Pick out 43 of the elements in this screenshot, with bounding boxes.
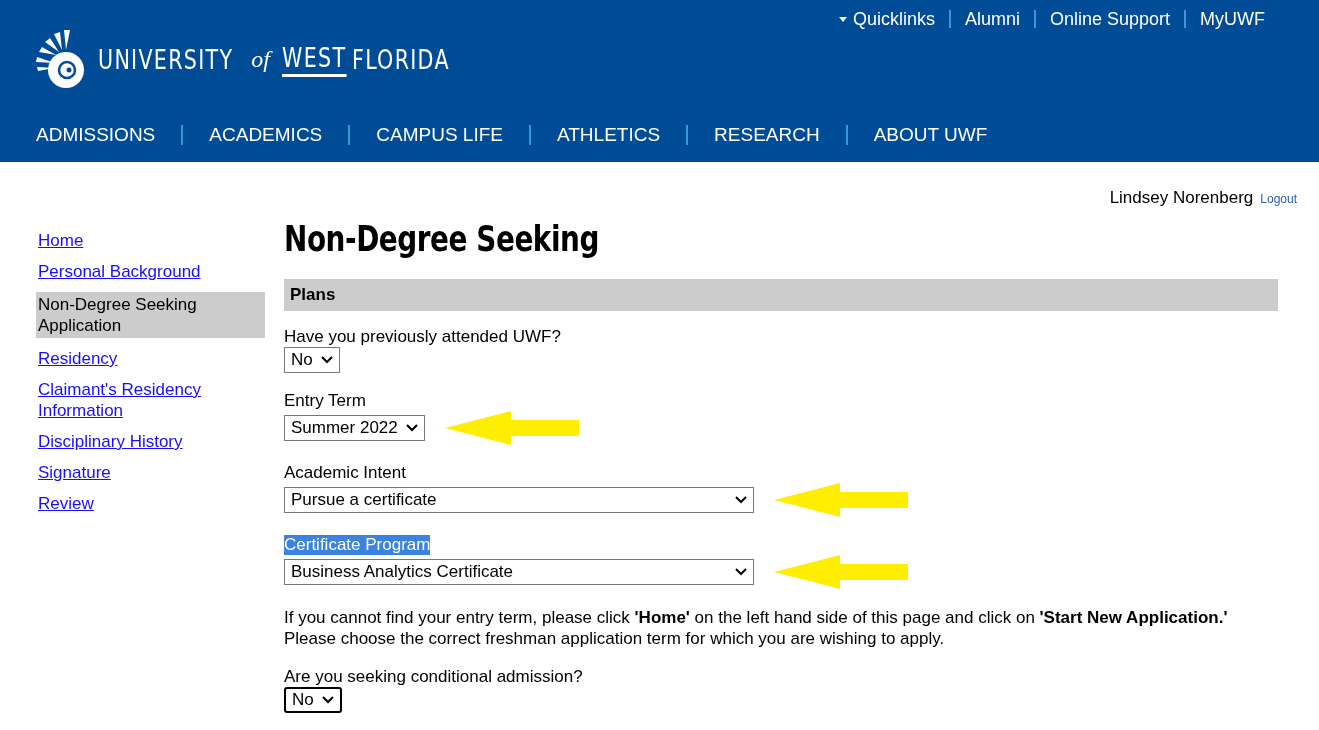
field-label: Entry Term: [284, 391, 366, 411]
nav-link[interactable]: ADMISSIONS: [36, 124, 156, 146]
sidebar-link[interactable]: Home: [36, 230, 265, 251]
page-title: Non-Degree Seeking: [284, 218, 599, 259]
field-label: Academic Intent: [284, 463, 406, 483]
field-label: Have you previously attended UWF?: [284, 327, 561, 347]
field-label: Are you seeking conditional admission?: [284, 667, 583, 687]
chevron-icon: [320, 356, 333, 364]
utility-link[interactable]: Online Support: [1049, 8, 1170, 30]
field-label: Certificate Program: [284, 535, 431, 555]
chevron-icon: [321, 696, 334, 704]
sidebar-link[interactable]: Personal Background: [36, 261, 265, 282]
sidebar-link[interactable]: Review: [36, 493, 265, 514]
sidebar-link[interactable]: Non-Degree Seeking Application: [36, 292, 265, 338]
utility-link[interactable]: MyUWF: [1200, 8, 1265, 30]
logo-text: WEST: [281, 41, 347, 77]
logo-text: FLORIDA: [351, 43, 450, 75]
chevron-icon: [735, 496, 747, 504]
dropdown-select[interactable]: Summer 2022: [284, 415, 425, 441]
dropdown-select[interactable]: No: [284, 687, 342, 713]
chevron-icon: [735, 568, 747, 576]
instruction-text: If you cannot find your entry term, please click 'Home' on the left hand side of this page and click on 'Start New Application.': [284, 607, 1229, 628]
nav-link[interactable]: ACADEMICS: [209, 124, 323, 146]
shell-logo-icon: [36, 28, 86, 90]
dropdown-select[interactable]: Business Analytics Certificate: [284, 559, 754, 585]
section-header: Plans: [284, 279, 1278, 311]
logout-link[interactable]: Logout: [1260, 192, 1297, 206]
dropdown-select[interactable]: No: [284, 347, 340, 373]
sidebar-link[interactable]: Residency: [36, 348, 265, 369]
sidebar-link[interactable]: Disciplinary History: [36, 431, 265, 452]
user-name: Lindsey Norenberg: [1109, 188, 1254, 208]
utility-link[interactable]: Quicklinks: [838, 8, 935, 30]
chevron-icon: [405, 424, 418, 432]
sidebar-link[interactable]: Claimant's Residency Information: [36, 379, 265, 421]
nav-link[interactable]: RESEARCH: [714, 124, 820, 146]
utility-link[interactable]: Alumni: [964, 8, 1020, 30]
nav-link[interactable]: CAMPUS LIFE: [376, 124, 503, 146]
nav-link[interactable]: ATHLETICS: [557, 124, 661, 146]
instruction-text: Please choose the correct freshman application term for which you are wishing to apply.: [284, 628, 946, 649]
sidebar-link[interactable]: Signature: [36, 462, 265, 483]
dropdown-select[interactable]: Pursue a certificate: [284, 487, 754, 513]
nav-link[interactable]: ABOUT UWF: [873, 124, 988, 146]
logo-text: UNIVERSITY: [98, 43, 234, 75]
